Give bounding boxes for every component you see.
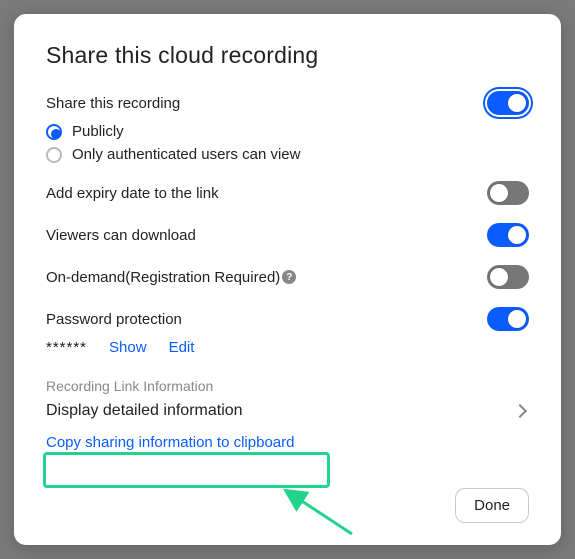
password-controls: ****** Show Edit [46,339,529,356]
download-toggle[interactable] [487,223,529,247]
dialog-title: Share this cloud recording [46,42,529,69]
expiry-row: Add expiry date to the link [46,181,529,205]
display-detailed-label: Display detailed information [46,402,243,420]
expiry-toggle[interactable] [487,181,529,205]
radio-authenticated[interactable]: Only authenticated users can view [46,146,529,163]
link-info-section-label: Recording Link Information [46,378,529,394]
expiry-label: Add expiry date to the link [46,185,219,202]
password-show-link[interactable]: Show [109,339,147,356]
ondemand-row: On-demand(Registration Required) ? [46,265,529,289]
password-row: Password protection [46,307,529,331]
radio-authenticated-label: Only authenticated users can view [72,146,300,163]
radio-publicly[interactable]: Publicly [46,123,529,140]
display-detailed-row[interactable]: Display detailed information [46,402,529,420]
share-visibility-radios: Publicly Only authenticated users can vi… [46,123,529,163]
share-recording-toggle[interactable] [487,91,529,115]
download-row: Viewers can download [46,223,529,247]
share-recording-row: Share this recording [46,91,529,115]
password-label: Password protection [46,311,182,328]
help-icon[interactable]: ? [282,270,296,284]
ondemand-toggle[interactable] [487,265,529,289]
ondemand-label: On-demand(Registration Required) [46,269,280,286]
password-edit-link[interactable]: Edit [169,339,195,356]
radio-publicly-label: Publicly [72,123,124,140]
share-recording-dialog: Share this cloud recording Share this re… [14,14,561,545]
download-label: Viewers can download [46,227,196,244]
radio-publicly-indicator [46,124,62,140]
password-toggle[interactable] [487,307,529,331]
annotation-highlight-box [43,452,330,488]
copy-sharing-link[interactable]: Copy sharing information to clipboard [46,434,294,451]
annotation-arrow-icon [274,482,364,542]
password-mask: ****** [46,339,87,356]
done-button[interactable]: Done [455,488,529,523]
chevron-right-icon [513,404,527,418]
share-recording-label: Share this recording [46,95,180,112]
radio-authenticated-indicator [46,147,62,163]
